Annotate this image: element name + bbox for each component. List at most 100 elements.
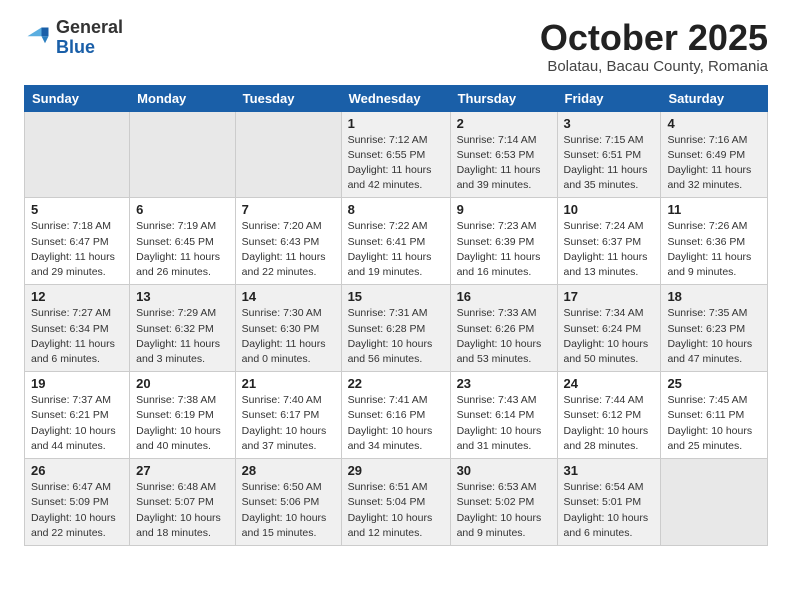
day-number: 25 [667,376,761,391]
day-info: Sunrise: 7:26 AM Sunset: 6:36 PM Dayligh… [667,219,761,280]
day-number: 26 [31,463,123,478]
day-number: 7 [242,202,335,217]
day-number: 20 [136,376,229,391]
day-number: 28 [242,463,335,478]
weekday-header: Thursday [450,85,557,111]
day-number: 27 [136,463,229,478]
calendar-day-cell: 13 Sunrise: 7:29 AM Sunset: 6:32 PM Dayli… [130,285,236,372]
day-info: Sunrise: 7:14 AM Sunset: 6:53 PM Dayligh… [457,133,551,194]
calendar-day-cell: 23 Sunrise: 7:43 AM Sunset: 6:14 PM Dayli… [450,372,557,459]
calendar-day-cell: 28 Sunrise: 6:50 AM Sunset: 5:06 PM Dayli… [235,459,341,546]
day-info: Sunrise: 7:19 AM Sunset: 6:45 PM Dayligh… [136,219,229,280]
calendar-day-cell: 7 Sunrise: 7:20 AM Sunset: 6:43 PM Daylig… [235,198,341,285]
calendar-week-row: 12Sunrise: 7:27 AM Sunset: 6:34 PM Dayli… [25,285,768,372]
day-number: 18 [667,289,761,304]
calendar-day-cell [130,111,236,198]
day-info: Sunrise: 7:37 AM Sunset: 6:21 PM Dayligh… [31,393,123,454]
calendar-header-row: SundayMondayTuesdayWednesdayThursdayFrid… [25,85,768,111]
calendar-day-cell: 15 Sunrise: 7:31 AM Sunset: 6:28 PM Dayli… [341,285,450,372]
calendar-day-cell: 14 Sunrise: 7:30 AM Sunset: 6:30 PM Dayli… [235,285,341,372]
day-info: Sunrise: 7:20 AM Sunset: 6:43 PM Dayligh… [242,219,335,280]
calendar-day-cell: 3 Sunrise: 7:15 AM Sunset: 6:51 PM Daylig… [557,111,661,198]
day-number: 24 [564,376,655,391]
day-number: 2 [457,116,551,131]
day-number: 16 [457,289,551,304]
day-info: Sunrise: 7:40 AM Sunset: 6:17 PM Dayligh… [242,393,335,454]
logo: GeneralBlue [24,18,123,58]
day-info: Sunrise: 7:35 AM Sunset: 6:23 PM Dayligh… [667,306,761,367]
day-number: 9 [457,202,551,217]
calendar-day-cell: 16 Sunrise: 7:33 AM Sunset: 6:26 PM Dayli… [450,285,557,372]
calendar-day-cell: 20 Sunrise: 7:38 AM Sunset: 6:19 PM Dayli… [130,372,236,459]
day-number: 1 [348,116,444,131]
page: GeneralBlue October 2025 Bolatau, Bacau … [0,0,792,564]
day-info: Sunrise: 6:47 AM Sunset: 5:09 PM Dayligh… [31,480,123,541]
weekday-header: Tuesday [235,85,341,111]
day-number: 31 [564,463,655,478]
day-info: Sunrise: 6:53 AM Sunset: 5:02 PM Dayligh… [457,480,551,541]
calendar-day-cell: 31 Sunrise: 6:54 AM Sunset: 5:01 PM Dayli… [557,459,661,546]
calendar-day-cell: 29Sunrise: 6:51 AM Sunset: 5:04 PM Dayli… [341,459,450,546]
calendar-day-cell: 8Sunrise: 7:22 AM Sunset: 6:41 PM Daylig… [341,198,450,285]
day-info: Sunrise: 7:38 AM Sunset: 6:19 PM Dayligh… [136,393,229,454]
day-number: 5 [31,202,123,217]
header: GeneralBlue October 2025 Bolatau, Bacau … [24,18,768,75]
day-number: 17 [564,289,655,304]
calendar-day-cell: 27 Sunrise: 6:48 AM Sunset: 5:07 PM Dayli… [130,459,236,546]
day-info: Sunrise: 7:44 AM Sunset: 6:12 PM Dayligh… [564,393,655,454]
logo-icon [24,24,52,52]
calendar-day-cell [25,111,130,198]
day-info: Sunrise: 7:15 AM Sunset: 6:51 PM Dayligh… [564,133,655,194]
day-info: Sunrise: 7:43 AM Sunset: 6:14 PM Dayligh… [457,393,551,454]
calendar-day-cell: 1Sunrise: 7:12 AM Sunset: 6:55 PM Daylig… [341,111,450,198]
day-info: Sunrise: 7:34 AM Sunset: 6:24 PM Dayligh… [564,306,655,367]
day-info: Sunrise: 7:41 AM Sunset: 6:16 PM Dayligh… [348,393,444,454]
calendar-day-cell: 5Sunrise: 7:18 AM Sunset: 6:47 PM Daylig… [25,198,130,285]
day-info: Sunrise: 6:48 AM Sunset: 5:07 PM Dayligh… [136,480,229,541]
day-info: Sunrise: 7:23 AM Sunset: 6:39 PM Dayligh… [457,219,551,280]
calendar-day-cell: 6 Sunrise: 7:19 AM Sunset: 6:45 PM Daylig… [130,198,236,285]
calendar-day-cell: 11Sunrise: 7:26 AM Sunset: 6:36 PM Dayli… [661,198,768,285]
day-number: 21 [242,376,335,391]
calendar-day-cell [235,111,341,198]
month-title: October 2025 [540,18,768,58]
day-info: Sunrise: 7:33 AM Sunset: 6:26 PM Dayligh… [457,306,551,367]
weekday-header: Saturday [661,85,768,111]
day-info: Sunrise: 7:16 AM Sunset: 6:49 PM Dayligh… [667,133,761,194]
calendar-week-row: 5Sunrise: 7:18 AM Sunset: 6:47 PM Daylig… [25,198,768,285]
calendar-table: SundayMondayTuesdayWednesdayThursdayFrid… [24,85,768,546]
day-number: 6 [136,202,229,217]
logo-text: GeneralBlue [56,18,123,58]
day-number: 3 [564,116,655,131]
calendar-day-cell: 4Sunrise: 7:16 AM Sunset: 6:49 PM Daylig… [661,111,768,198]
day-number: 13 [136,289,229,304]
calendar-day-cell: 25Sunrise: 7:45 AM Sunset: 6:11 PM Dayli… [661,372,768,459]
calendar-day-cell [661,459,768,546]
day-number: 14 [242,289,335,304]
calendar-week-row: 1Sunrise: 7:12 AM Sunset: 6:55 PM Daylig… [25,111,768,198]
calendar-day-cell: 19 Sunrise: 7:37 AM Sunset: 6:21 PM Dayli… [25,372,130,459]
calendar-week-row: 26 Sunrise: 6:47 AM Sunset: 5:09 PM Dayli… [25,459,768,546]
day-info: Sunrise: 6:50 AM Sunset: 5:06 PM Dayligh… [242,480,335,541]
day-info: Sunrise: 6:54 AM Sunset: 5:01 PM Dayligh… [564,480,655,541]
calendar-day-cell: 9 Sunrise: 7:23 AM Sunset: 6:39 PM Daylig… [450,198,557,285]
day-info: Sunrise: 7:24 AM Sunset: 6:37 PM Dayligh… [564,219,655,280]
day-number: 15 [348,289,444,304]
title-block: October 2025 Bolatau, Bacau County, Roma… [540,18,768,75]
calendar-day-cell: 22 Sunrise: 7:41 AM Sunset: 6:16 PM Dayli… [341,372,450,459]
day-number: 29 [348,463,444,478]
calendar-day-cell: 21 Sunrise: 7:40 AM Sunset: 6:17 PM Dayli… [235,372,341,459]
day-number: 19 [31,376,123,391]
weekday-header: Sunday [25,85,130,111]
day-info: Sunrise: 7:30 AM Sunset: 6:30 PM Dayligh… [242,306,335,367]
calendar-day-cell: 24 Sunrise: 7:44 AM Sunset: 6:12 PM Dayli… [557,372,661,459]
day-info: Sunrise: 7:29 AM Sunset: 6:32 PM Dayligh… [136,306,229,367]
day-number: 10 [564,202,655,217]
calendar-day-cell: 2 Sunrise: 7:14 AM Sunset: 6:53 PM Daylig… [450,111,557,198]
day-number: 23 [457,376,551,391]
day-number: 12 [31,289,123,304]
day-info: Sunrise: 7:22 AM Sunset: 6:41 PM Dayligh… [348,219,444,280]
day-number: 22 [348,376,444,391]
day-info: Sunrise: 7:31 AM Sunset: 6:28 PM Dayligh… [348,306,444,367]
calendar-day-cell: 30Sunrise: 6:53 AM Sunset: 5:02 PM Dayli… [450,459,557,546]
